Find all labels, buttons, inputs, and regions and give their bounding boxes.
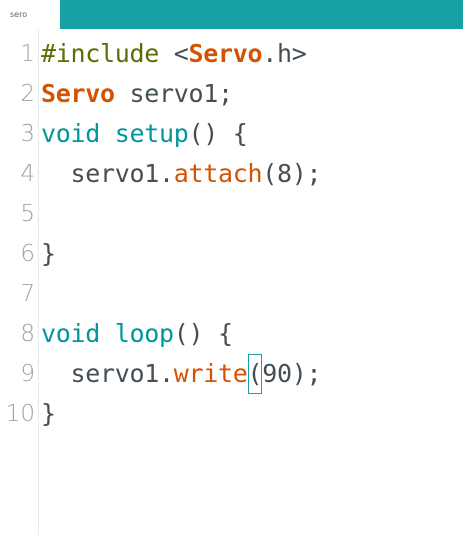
code-line[interactable]: 5 (0, 194, 463, 234)
line-number: 6 (20, 241, 35, 267)
cursor-bracket: ( (247, 354, 263, 394)
code-editor[interactable]: 1 #include <Servo.h> 2 Servo servo1; 3 void s… (0, 34, 463, 434)
file-tab-label: sero (10, 10, 28, 19)
code-text: servo1.attach(8); (41, 154, 322, 194)
code-token: servo1. (41, 159, 175, 188)
code-line[interactable]: 2 Servo servo1; (0, 74, 463, 114)
line-number: 8 (20, 321, 35, 347)
code-token: loop (114, 319, 174, 348)
code-text: #include <Servo.h> (41, 34, 307, 74)
code-text: Servo servo1; (41, 74, 233, 114)
code-token: () { (173, 319, 233, 348)
code-token: servo1. (41, 359, 175, 388)
line-number: 1 (20, 41, 35, 67)
code-token: attach (173, 159, 263, 188)
line-number: 4 (20, 161, 35, 187)
code-token: void (41, 319, 101, 348)
code-line[interactable]: 3 void setup() { (0, 114, 463, 154)
code-line[interactable]: 9 servo1.write(90); (0, 354, 463, 394)
code-token: 90); (262, 359, 322, 388)
code-line[interactable]: 4 servo1.attach(8); (0, 154, 463, 194)
code-token: } (41, 399, 56, 428)
code-line[interactable]: 6} (0, 234, 463, 274)
code-line[interactable]: 7 (0, 274, 463, 314)
code-token: < (159, 39, 189, 68)
code-text: } (41, 234, 56, 274)
code-line[interactable]: 8 void loop() { (0, 314, 463, 354)
code-token: } (41, 239, 56, 268)
code-token: Servo (41, 79, 115, 108)
code-token: () { (188, 119, 248, 148)
code-text: void setup() { (41, 114, 248, 154)
code-line[interactable]: 10} (0, 394, 463, 434)
line-number: 7 (20, 281, 35, 307)
code-token: #include (41, 39, 160, 68)
line-number: 3 (20, 121, 35, 147)
code-token: servo1; (114, 79, 234, 108)
tab-bar: sero (0, 0, 463, 29)
code-token: setup (114, 119, 189, 148)
line-number: 9 (20, 361, 35, 387)
line-number: 10 (5, 401, 35, 427)
code-text: } (41, 394, 56, 434)
line-number: 2 (20, 81, 35, 107)
file-tab[interactable]: sero (0, 0, 60, 29)
code-line[interactable]: 1 #include <Servo.h> (0, 34, 463, 74)
code-token: Servo (188, 39, 263, 68)
code-token: void (41, 119, 101, 148)
code-token: (8); (262, 159, 322, 188)
code-token: write (173, 359, 248, 388)
code-token: .h> (262, 39, 307, 68)
code-text: servo1.write(90); (41, 354, 322, 394)
code-text: void loop() { (41, 314, 233, 354)
line-number: 5 (20, 201, 35, 227)
